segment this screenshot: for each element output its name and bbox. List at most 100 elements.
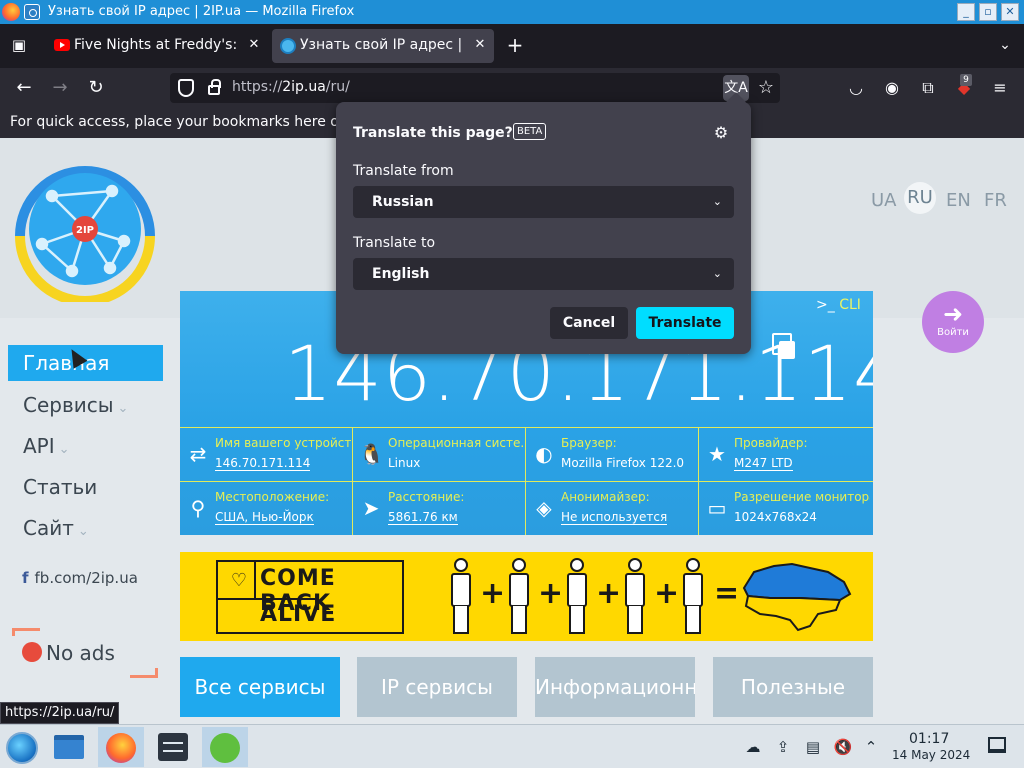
from-language-value: Russian (372, 194, 434, 210)
bookmarks-hint: For quick access, place your bookmarks h… (10, 114, 348, 130)
minimize-button[interactable]: _ (957, 3, 975, 21)
lang-en[interactable]: EN (946, 190, 971, 211)
cli-link[interactable]: >_ CLI (816, 297, 861, 313)
terminal-icon (158, 733, 188, 761)
menu-item-articles[interactable]: Статьи (8, 469, 163, 505)
location-pin-icon: ⚲ (190, 496, 206, 520)
incognito-icon: ◈ (536, 496, 552, 520)
tab-2ip[interactable]: Узнать свой IP адрес | 2 ✕ (272, 29, 494, 63)
account-icon[interactable]: ◉ (880, 76, 904, 100)
2ip-logo[interactable]: 2IP (12, 156, 158, 302)
copy-icon[interactable] (772, 333, 795, 359)
pocket-icon[interactable]: ◡ (844, 76, 868, 100)
url-text[interactable]: https://2ip.ua/ru/ (232, 79, 350, 95)
useful-services-button[interactable]: Полезные (713, 657, 873, 717)
info-services-button[interactable]: Информационные (535, 657, 695, 717)
info-os: 🐧 Операционная систе... Linux (353, 428, 526, 482)
refresh-icon: ⇄ (189, 442, 207, 466)
ukraine-map-icon (742, 562, 852, 632)
translate-title: Translate this page? (353, 125, 513, 141)
tab-close-icon[interactable]: ✕ (472, 37, 488, 53)
menu-item-api[interactable]: API ⌄ (8, 428, 163, 464)
login-label: Войти (937, 327, 969, 338)
new-tab-button[interactable]: + (504, 34, 526, 56)
all-services-button[interactable]: Все сервисы (180, 657, 340, 717)
cancel-button[interactable]: Cancel (550, 307, 628, 339)
cloud-sync-icon[interactable]: ☁ (743, 737, 763, 757)
lock-icon[interactable] (208, 79, 221, 95)
info-value[interactable]: 146.70.171.114 (215, 456, 311, 471)
menu-item-label: Сайт (23, 516, 74, 540)
terminal-icon: >_ (816, 297, 835, 313)
tracking-protection-shield-icon[interactable] (178, 79, 194, 97)
show-desktop-icon[interactable] (988, 737, 1006, 753)
maximize-button[interactable]: ▫ (979, 3, 997, 21)
chevron-down-icon: ⌄ (712, 195, 722, 208)
translate-button[interactable]: Translate (636, 307, 734, 339)
info-value: Linux (388, 456, 421, 470)
start-menu-button[interactable] (0, 727, 46, 767)
terminal-taskbar-button[interactable] (150, 727, 196, 767)
firefox-icon (2, 3, 20, 21)
reload-button[interactable]: ↻ (84, 76, 108, 100)
start-icon (6, 732, 38, 764)
volume-muted-icon[interactable]: 🔇 (833, 737, 853, 757)
no-ads-bracket (130, 668, 158, 678)
tray-expand-icon[interactable]: ⌃ (861, 737, 881, 757)
svg-text:2IP: 2IP (76, 225, 94, 236)
heart-icon: ♡ (230, 570, 248, 591)
menu-item-home[interactable]: Главная (8, 345, 163, 381)
clipboard-icon[interactable]: ▤ (803, 737, 823, 757)
tab-close-icon[interactable]: ✕ (246, 37, 262, 53)
info-browser: ◐ Браузер: Mozilla Firefox 122.0 (526, 428, 699, 482)
info-value[interactable]: 5861.76 км (388, 510, 458, 525)
info-value[interactable]: M247 LTD (734, 456, 793, 471)
navigation-arrow-icon: ➤ (362, 496, 380, 520)
app-menu-icon[interactable]: ≡ (988, 76, 1012, 100)
globe-icon (280, 38, 296, 54)
clock-date[interactable]: 14 May 2024 (892, 748, 970, 762)
banner-logo: ♡ COME BACK ALIVE (216, 560, 404, 634)
lang-fr[interactable]: FR (984, 190, 1007, 211)
info-value[interactable]: США, Нью-Йорк (215, 510, 314, 525)
lang-ru[interactable]: RU (904, 182, 936, 214)
back-button[interactable]: ← (12, 76, 36, 100)
facebook-link[interactable]: f fb.com/2ip.ua (22, 569, 138, 587)
translate-from-select[interactable]: Russian ⌄ (353, 186, 734, 218)
cloud-app-button[interactable] (202, 727, 248, 767)
info-anonymizer: ◈ Анонимайзер: Не используется (526, 482, 699, 535)
file-manager-button[interactable] (46, 727, 92, 767)
extensions-icon[interactable]: ⧉ (916, 76, 940, 100)
chevron-down-icon: ⌄ (77, 524, 89, 539)
ip-services-button[interactable]: IP сервисы (357, 657, 517, 717)
cloud-download-icon (210, 733, 240, 763)
come-back-alive-banner[interactable]: ♡ COME BACK ALIVE + + + + = (180, 552, 873, 641)
lang-ua[interactable]: UA (871, 190, 897, 211)
clock-time[interactable]: 01:17 (909, 731, 949, 747)
login-button[interactable]: ➜ Войти (922, 291, 984, 353)
close-window-button[interactable]: ✕ (1001, 3, 1019, 21)
menu-item-label: Статьи (23, 475, 98, 499)
translate-to-select[interactable]: English ⌄ (353, 258, 734, 290)
no-ads-badge[interactable]: No ads (22, 641, 115, 665)
info-row: ⚲ Местоположение: США, Нью-Йорк ➤ Рассто… (180, 481, 873, 535)
menu-item-services[interactable]: Сервисы ⌄ (8, 387, 163, 423)
gear-icon[interactable]: ⚙ (710, 122, 732, 144)
beta-badge: BETA (513, 123, 547, 140)
updates-icon[interactable]: ⇪ (773, 737, 793, 757)
info-value[interactable]: Не используется (561, 510, 668, 525)
tab-label: Five Nights at Freddy's: H (74, 37, 236, 53)
firefox-taskbar-button[interactable] (98, 727, 144, 767)
url-bar[interactable]: https://2ip.ua/ru/ 文A ☆ (170, 73, 780, 103)
tab-youtube[interactable]: Five Nights at Freddy's: H ✕ (46, 29, 268, 63)
bookmark-star-icon[interactable]: ☆ (754, 75, 778, 101)
list-all-tabs-button[interactable]: ⌄ (994, 34, 1016, 56)
soldier-icon (448, 558, 474, 636)
firefox-view-button[interactable]: ▣ (8, 34, 30, 56)
forward-button[interactable]: → (48, 76, 72, 100)
window-menu-icon[interactable] (24, 4, 40, 20)
tab-label: Узнать свой IP адрес | 2 (300, 37, 462, 53)
menu-item-site[interactable]: Сайт ⌄ (8, 510, 163, 546)
soldier-icon (622, 558, 648, 636)
url-host: 2ip.ua (282, 79, 326, 95)
